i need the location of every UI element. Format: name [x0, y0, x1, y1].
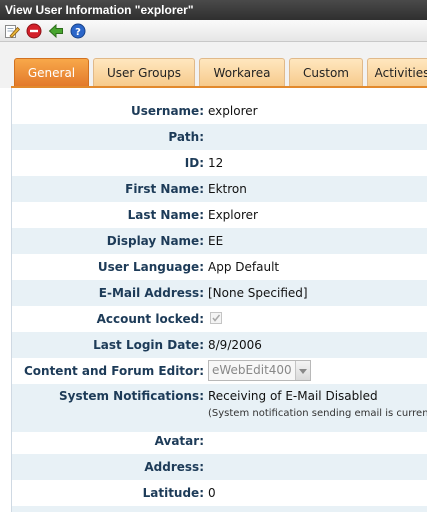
edit-icon[interactable] [4, 23, 21, 39]
last-login-value: 8/9/2006 [208, 338, 262, 352]
tab-general[interactable]: General [14, 58, 89, 87]
latitude-value: 0 [208, 486, 216, 500]
editor-select: eWebEdit400 [208, 360, 311, 381]
email-value: [None Specified] [208, 286, 308, 300]
user-info-panel: Username: explorer Path: ID: 12 First Na… [11, 88, 427, 512]
username-label: Username: [130, 104, 204, 118]
first-name-label: First Name: [125, 182, 204, 196]
last-name-value: Explorer [208, 208, 258, 222]
field-row-account-locked: Account locked: [12, 306, 427, 332]
last-login-label: Last Login Date: [93, 338, 204, 352]
tab-user-groups[interactable]: User Groups [93, 58, 195, 87]
avatar-label: Avatar: [154, 434, 204, 448]
notifications-value: Receiving of E-Mail Disabled [208, 389, 378, 403]
latitude-label: Latitude: [142, 486, 204, 500]
field-row-first-name: First Name: Ektron [12, 176, 427, 202]
username-value: explorer [208, 104, 258, 118]
field-row-notifications: System Notifications: Receiving of E-Mai… [12, 384, 427, 432]
field-row-address: Address: [12, 454, 427, 480]
field-row-username: Username: explorer [12, 98, 427, 124]
back-icon[interactable] [48, 23, 64, 39]
notifications-note: (System notification sending email is cu… [208, 408, 427, 419]
help-icon[interactable]: ? [70, 23, 86, 39]
editor-select-value: eWebEdit400 [212, 363, 292, 377]
field-row-user-language: User Language: App Default [12, 254, 427, 280]
field-row-path: Path: [12, 124, 427, 150]
field-row-latitude: Latitude: 0 [12, 480, 427, 506]
notifications-label: System Notifications: [59, 389, 204, 403]
field-row-email: E-Mail Address: [None Specified] [12, 280, 427, 306]
tab-custom[interactable]: Custom [289, 58, 363, 87]
field-row-editor: Content and Forum Editor: eWebEdit400 [12, 358, 427, 384]
tab-workarea[interactable]: Workarea [199, 58, 285, 87]
account-locked-checkbox [210, 312, 222, 324]
last-name-label: Last Name: [127, 208, 204, 222]
account-locked-label: Account locked: [96, 312, 204, 326]
checkmark-icon [212, 314, 221, 322]
window-title: View User Information "explorer" [0, 0, 427, 20]
field-row-id: ID: 12 [12, 150, 427, 176]
toolbar: ? [0, 20, 427, 42]
address-label: Address: [144, 460, 204, 474]
field-row-last-name: Last Name: Explorer [12, 202, 427, 228]
field-row-avatar: Avatar: [12, 428, 427, 454]
id-label: ID: [184, 156, 204, 170]
id-value: 12 [208, 156, 224, 170]
svg-text:?: ? [75, 27, 81, 38]
field-row-last-login: Last Login Date: 8/9/2006 [12, 332, 427, 358]
field-row-partial [12, 506, 427, 512]
delete-icon[interactable] [26, 23, 42, 39]
tab-bar: General User Groups Workarea Custom Acti… [0, 42, 427, 88]
user-language-label: User Language: [97, 260, 204, 274]
display-name-label: Display Name: [106, 234, 204, 248]
first-name-value: Ektron [208, 182, 247, 196]
editor-label: Content and Forum Editor: [23, 364, 204, 378]
path-label: Path: [168, 130, 204, 144]
field-row-display-name: Display Name: EE [12, 228, 427, 254]
display-name-value: EE [208, 234, 224, 248]
email-label: E-Mail Address: [98, 286, 204, 300]
user-language-value: App Default [208, 260, 280, 274]
tab-activities[interactable]: Activities [367, 58, 427, 87]
chevron-down-icon [295, 361, 310, 380]
